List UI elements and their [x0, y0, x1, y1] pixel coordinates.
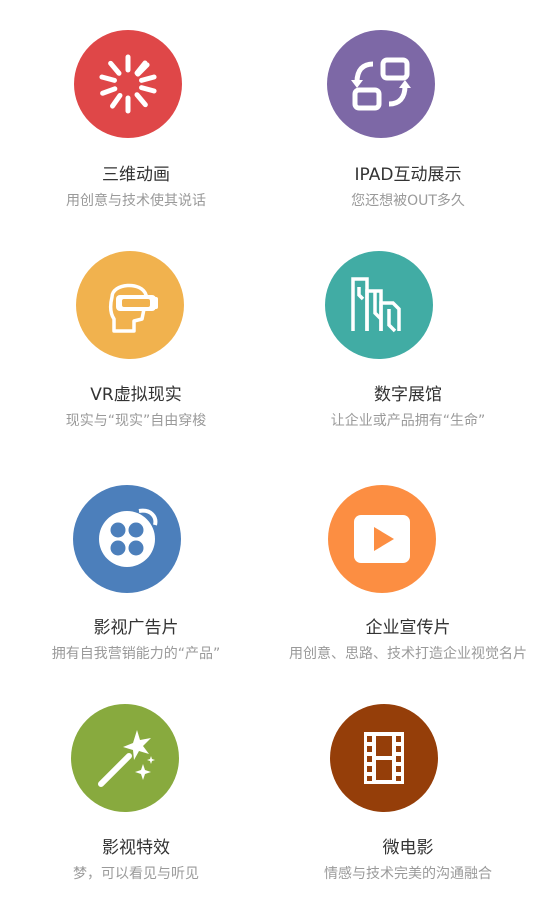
service-item-tv-commercial[interactable]: 影视广告片 拥有自我营销能力的“产品” — [0, 455, 272, 680]
service-icon-circle[interactable] — [330, 704, 438, 812]
service-title: 企业宣传片 — [365, 618, 451, 638]
service-subtitle: 现实与“现实”自由穿梭 — [65, 413, 207, 429]
film-strip-icon — [352, 726, 416, 790]
service-icon-circle[interactable] — [327, 30, 435, 138]
swap-screens-icon — [349, 52, 413, 116]
service-subtitle: 拥有自我营销能力的“产品” — [51, 646, 221, 662]
service-subtitle: 您还想被OUT多久 — [351, 193, 465, 209]
service-subtitle: 让企业或产品拥有“生命” — [330, 413, 486, 429]
service-title: 影视特效 — [102, 838, 170, 858]
service-subtitle: 梦，可以看见与听见 — [73, 866, 199, 882]
service-item-digital-hall[interactable]: 数字展馆 让企业或产品拥有“生命” — [272, 225, 544, 455]
service-item-ipad-interactive[interactable]: IPAD互动展示 您还想被OUT多久 — [272, 0, 544, 225]
service-title: 影视广告片 — [93, 618, 179, 638]
service-item-vfx[interactable]: 影视特效 梦，可以看见与听见 — [0, 680, 272, 912]
vr-headset-icon — [98, 273, 162, 337]
service-title: 三维动画 — [102, 165, 170, 185]
service-title: VR虚拟现实 — [90, 385, 182, 405]
service-icon-circle[interactable] — [71, 704, 179, 812]
service-icon-circle[interactable] — [73, 485, 181, 593]
service-title: 微电影 — [382, 838, 434, 858]
spinner-icon — [96, 52, 160, 116]
service-item-micro-film[interactable]: 微电影 情感与技术完美的沟通融合 — [272, 680, 544, 912]
service-icon-circle[interactable] — [328, 485, 436, 593]
service-item-3d-animation[interactable]: 三维动画 用创意与技术使其说话 — [0, 0, 272, 225]
exhibition-hall-icon — [347, 273, 411, 337]
service-title: 数字展馆 — [374, 385, 442, 405]
service-icon-circle[interactable] — [325, 251, 433, 359]
service-item-corporate-film[interactable]: 企业宣传片 用创意、思路、技术打造企业视觉名片 — [272, 455, 544, 680]
play-button-icon — [350, 507, 414, 571]
service-subtitle: 用创意、思路、技术打造企业视觉名片 — [289, 646, 527, 662]
service-icon-circle[interactable] — [74, 30, 182, 138]
service-item-vr[interactable]: VR虚拟现实 现实与“现实”自由穿梭 — [0, 225, 272, 455]
service-icon-circle[interactable] — [76, 251, 184, 359]
magic-wand-icon — [93, 726, 157, 790]
service-subtitle: 用创意与技术使其说话 — [66, 193, 206, 209]
service-subtitle: 情感与技术完美的沟通融合 — [324, 866, 492, 882]
services-grid: 三维动画 用创意与技术使其说话 IPAD互动展示 您还想被OUT多久 VR虚拟现… — [0, 0, 545, 912]
service-title: IPAD互动展示 — [354, 165, 462, 185]
film-reel-icon — [95, 507, 159, 571]
